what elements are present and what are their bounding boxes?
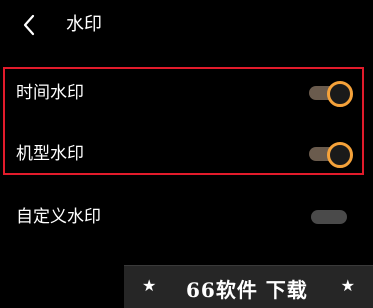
model-watermark-label: 机型水印 bbox=[16, 144, 84, 164]
settings-row-model-watermark[interactable]: 机型水印 bbox=[0, 134, 373, 174]
chevron-left-icon bbox=[23, 14, 35, 36]
custom-watermark-label: 自定义水印 bbox=[16, 207, 101, 227]
time-watermark-toggle[interactable] bbox=[309, 81, 353, 107]
star-icon: ★ bbox=[340, 276, 355, 295]
toggle-track bbox=[311, 210, 347, 224]
toggle-knob bbox=[327, 81, 353, 107]
watermark-text: 66软件 下载 bbox=[186, 278, 308, 302]
header-bar: 水印 bbox=[0, 0, 373, 50]
star-icon: ★ bbox=[142, 276, 157, 295]
watermark-banner: ★ 66软件 下载 ★ bbox=[124, 265, 373, 308]
settings-row-custom-watermark[interactable]: 自定义水印 bbox=[0, 197, 373, 237]
custom-watermark-toggle[interactable] bbox=[309, 203, 353, 227]
page-title: 水印 bbox=[66, 14, 102, 35]
toggle-knob bbox=[327, 142, 353, 168]
time-watermark-label: 时间水印 bbox=[16, 83, 84, 103]
settings-row-time-watermark[interactable]: 时间水印 bbox=[0, 73, 373, 113]
model-watermark-toggle[interactable] bbox=[309, 142, 353, 168]
back-button[interactable] bbox=[16, 12, 42, 38]
